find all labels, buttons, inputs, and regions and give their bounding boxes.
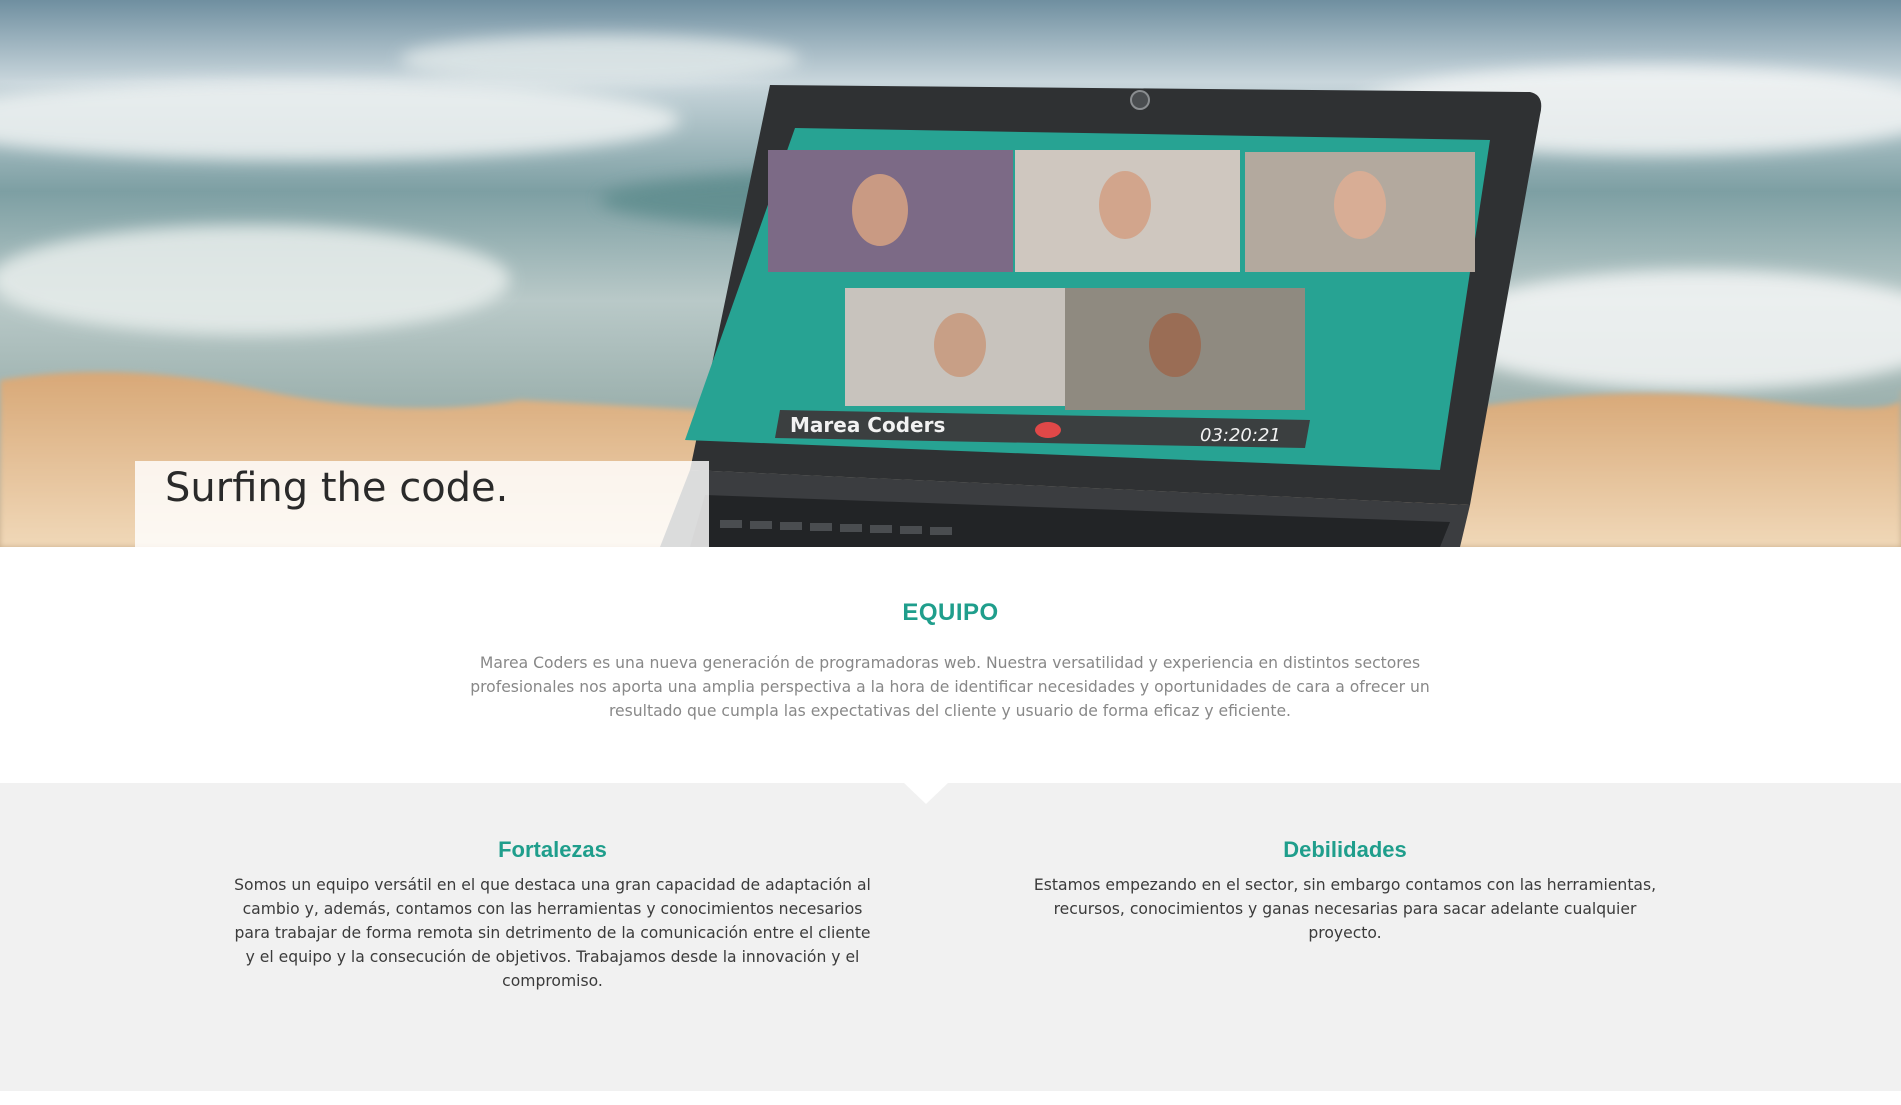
strengths-weaknesses-section: Fortalezas Somos un equipo versátil en e… (0, 783, 1901, 1091)
debilidades-title: Debilidades (1283, 837, 1407, 862)
debilidades-column: Debilidades Estamos empezando en el sect… (1025, 837, 1665, 945)
section-notch (904, 783, 948, 804)
fortalezas-text: Somos un equipo versátil en el que desta… (234, 876, 871, 990)
equipo-section: EQUIPO Marea Coders es una nueva generac… (0, 547, 1901, 783)
hero-banner: Marea Coders 03:20:21 Surfing the code. (0, 0, 1901, 547)
screen-banner-text: Marea Coders (790, 413, 945, 437)
hero-caption-box: Surfing the code. (135, 461, 709, 547)
fortalezas-column: Fortalezas Somos un equipo versátil en e… (230, 837, 875, 993)
debilidades-text: Estamos empezando en el sector, sin emba… (1033, 876, 1657, 942)
call-timer-text: 03:20:21 (1200, 425, 1281, 446)
equipo-title: EQUIPO (902, 599, 999, 626)
page-bottom-strip (0, 1091, 1901, 1105)
hero-tagline: Surfing the code. (165, 465, 509, 511)
equipo-description: Marea Coders es una nueva generación de … (470, 654, 1430, 720)
fortalezas-title: Fortalezas (498, 837, 607, 862)
